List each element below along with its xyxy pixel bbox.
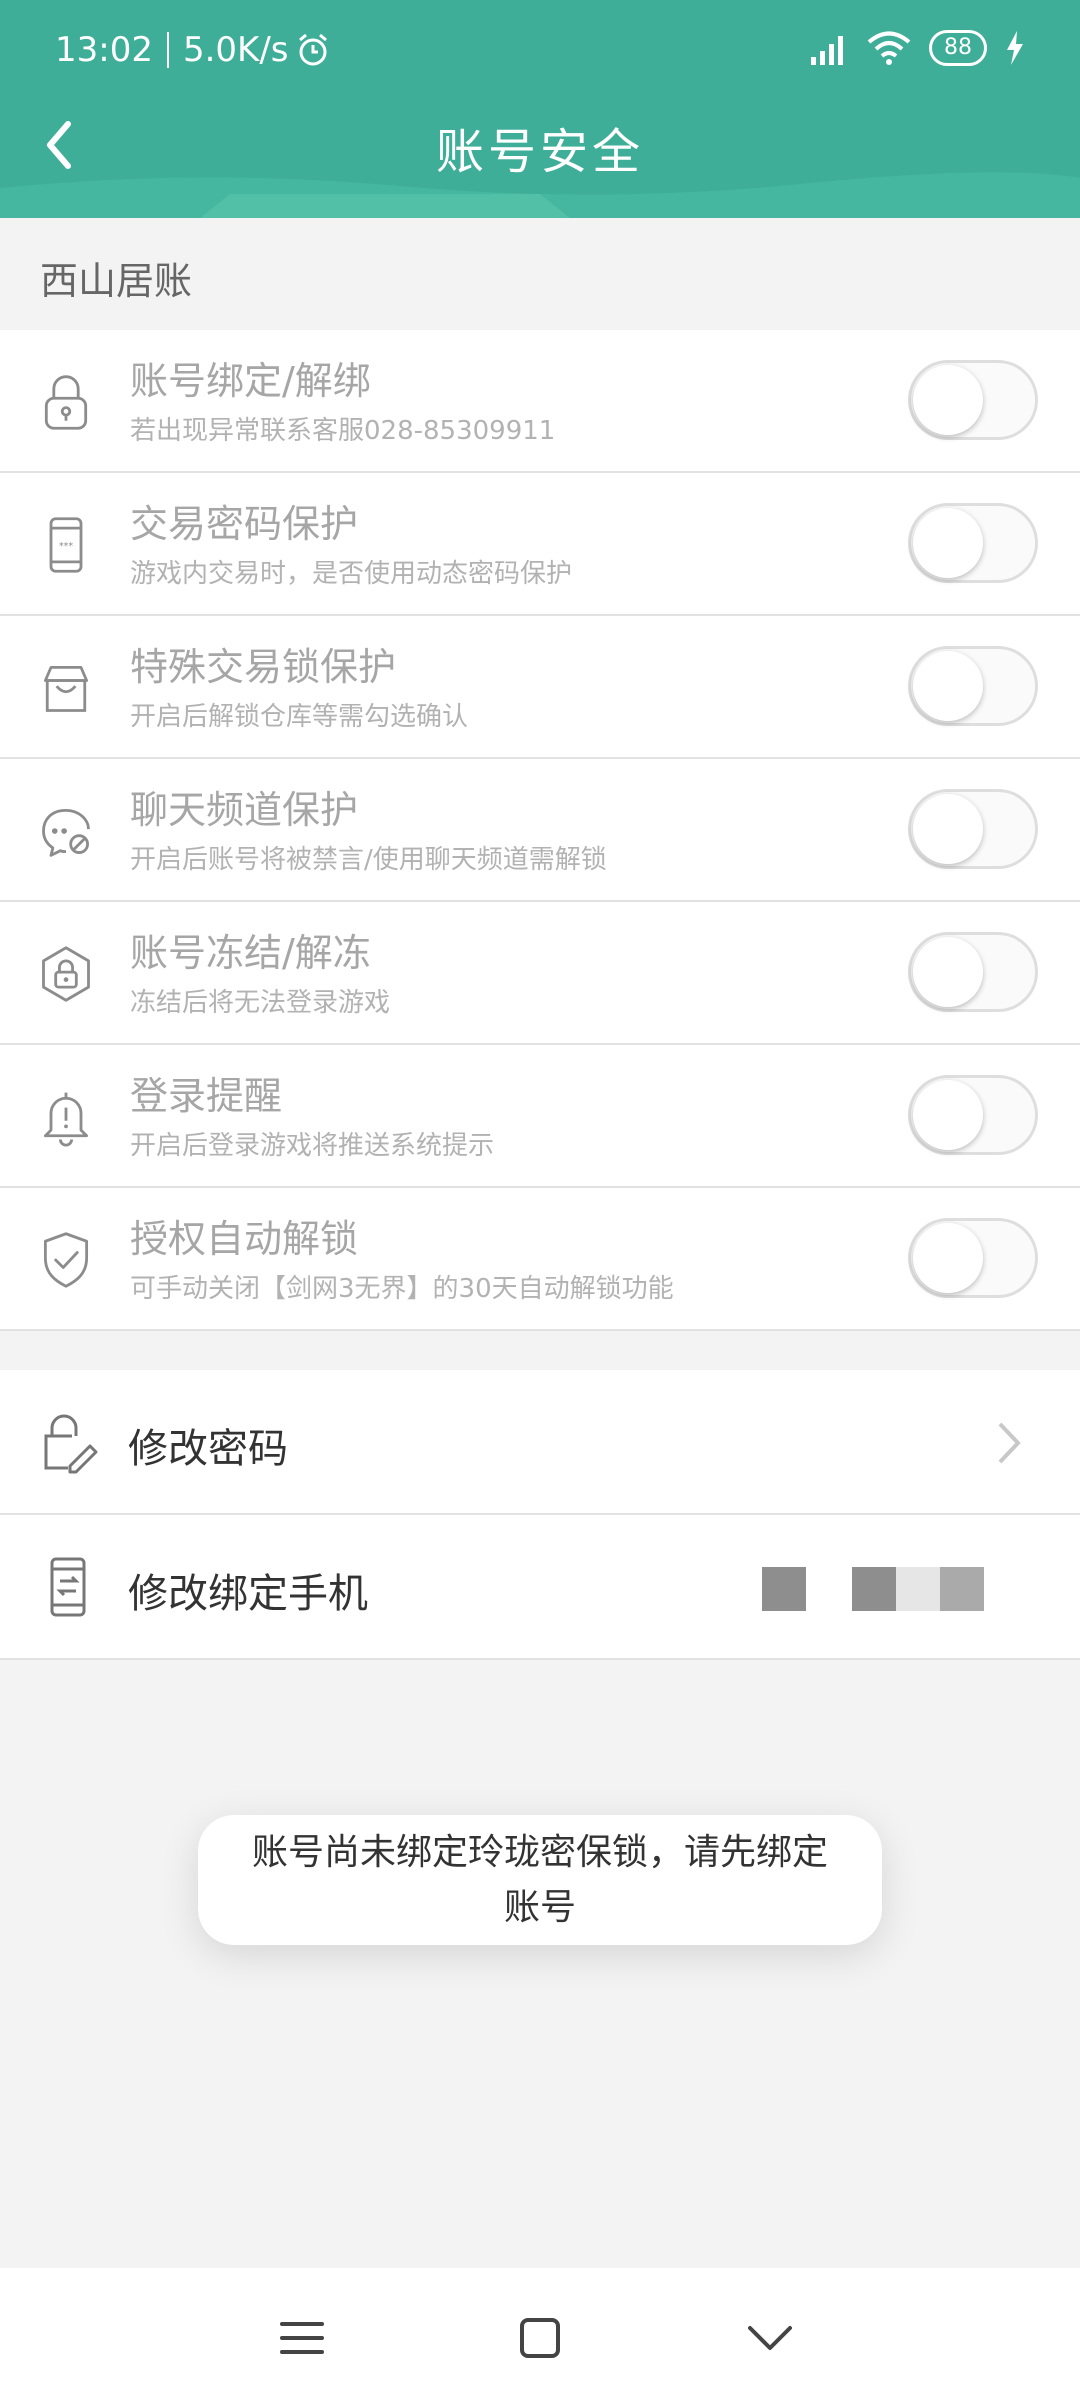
- auto-unlock-switch[interactable]: [908, 1218, 1038, 1298]
- lock-edit-icon: [44, 1414, 98, 1474]
- change-bound-phone-label: 修改绑定手机: [128, 1571, 368, 1617]
- status-time: 13:02: [55, 30, 153, 70]
- switch-knob: [913, 651, 983, 721]
- status-network-speed: 5.0K/s: [182, 30, 289, 70]
- login-alert-switch[interactable]: [908, 1075, 1038, 1155]
- toast-line-2: 账号: [503, 1887, 576, 1928]
- toggle-title: 聊天频道保护: [130, 788, 359, 832]
- toggle-title: 账号冻结/解冻: [130, 931, 371, 975]
- store-icon: [43, 665, 89, 712]
- switch-knob: [913, 1223, 983, 1293]
- switch-knob: [913, 508, 983, 578]
- toggle-subtitle: 开启后账号将被禁言/使用聊天频道需解锁: [130, 845, 607, 875]
- chat-protection-switch[interactable]: [908, 789, 1038, 869]
- system-navigation-bar: [0, 2268, 1080, 2400]
- status-separator: [166, 32, 169, 68]
- toggle-title: 特殊交易锁保护: [130, 645, 397, 689]
- trade-lock-switch[interactable]: [908, 646, 1038, 726]
- status-bar: 13:02 5.0K/s 88: [0, 0, 1080, 100]
- toast-message: 账号尚未绑定玲珑密保锁，请先绑定 账号: [198, 1815, 882, 1945]
- bell-alert-icon: [43, 1092, 89, 1147]
- account-binding-switch[interactable]: [908, 360, 1038, 440]
- trade-password-switch[interactable]: [908, 503, 1038, 583]
- change-password-item[interactable]: 修改密码: [0, 1370, 1080, 1515]
- toggle-row-chat-protection: 聊天频道保护 开启后账号将被禁言/使用聊天频道需解锁: [0, 759, 1080, 902]
- change-bound-phone-item[interactable]: 修改绑定手机: [0, 1515, 1080, 1660]
- toggle-row-account-freeze: 账号冻结/解冻 冻结后将无法登录游戏: [0, 902, 1080, 1045]
- toggle-title: 授权自动解锁: [130, 1217, 359, 1261]
- toggle-subtitle: 开启后登录游戏将推送系统提示: [130, 1131, 495, 1161]
- menu-icon[interactable]: [272, 2308, 332, 2368]
- masked-phone-number: [762, 1567, 984, 1611]
- alarm-icon: [298, 33, 327, 66]
- switch-knob: [913, 365, 983, 435]
- toggle-subtitle: 可手动关闭【剑网3无界】的30天自动解锁功能: [130, 1274, 674, 1304]
- change-password-label: 修改密码: [128, 1426, 288, 1472]
- toggle-row-auto-unlock: 授权自动解锁 可手动关闭【剑网3无界】的30天自动解锁功能: [0, 1188, 1080, 1331]
- toggle-row-account-binding: 账号绑定/解绑 若出现异常联系客服028-85309911: [0, 330, 1080, 473]
- charging-icon: [1007, 31, 1023, 65]
- wifi-icon: [867, 31, 911, 65]
- section-label: 西山居账: [40, 259, 193, 303]
- toggle-subtitle: 冻结后将无法登录游戏: [130, 988, 391, 1018]
- home-square-icon[interactable]: [510, 2308, 570, 2368]
- toggle-row-login-alert: 登录提醒 开启后登录游戏将推送系统提示: [0, 1045, 1080, 1188]
- page-title: 账号安全: [435, 124, 644, 180]
- toggle-title: 交易密码保护: [130, 502, 359, 546]
- toggle-subtitle: 开启后解锁仓库等需勾选确认: [130, 702, 469, 732]
- chevron-right-icon: [998, 1422, 1021, 1464]
- toggle-subtitle: 若出现异常联系客服028-85309911: [130, 416, 556, 446]
- chat-blocked-icon: [42, 808, 90, 857]
- toggle-title: 登录提醒: [130, 1074, 283, 1118]
- security-toggle-list: 账号绑定/解绑 若出现异常联系客服028-85309911 *** 交易密码保护…: [0, 330, 1080, 1331]
- phone-password-icon: ***: [49, 517, 83, 573]
- signal-icon: [811, 36, 843, 65]
- phone-swap-icon: [50, 1557, 86, 1617]
- app-header: 13:02 5.0K/s 88 账号安全: [0, 0, 1080, 218]
- switch-knob: [913, 937, 983, 1007]
- switch-knob: [913, 794, 983, 864]
- switch-knob: [913, 1080, 983, 1150]
- toast-line-1: 账号尚未绑定玲珑密保锁，请先绑定: [251, 1832, 828, 1873]
- lock-icon: [44, 375, 88, 430]
- toggle-row-trade-lock: 特殊交易锁保护 开启后解锁仓库等需勾选确认: [0, 616, 1080, 759]
- toggle-subtitle: 游戏内交易时，是否使用动态密码保护: [130, 559, 573, 589]
- battery-indicator: 88: [929, 30, 987, 66]
- back-chevron-icon[interactable]: [740, 2308, 800, 2368]
- freeze-lock-icon: [42, 946, 90, 1002]
- account-freeze-switch[interactable]: [908, 932, 1038, 1012]
- account-actions-list: 修改密码 修改绑定手机: [0, 1370, 1080, 1660]
- shield-check-icon: [43, 1232, 89, 1288]
- svg-text:***: ***: [59, 541, 73, 552]
- toggle-title: 账号绑定/解绑: [130, 359, 371, 403]
- toggle-row-trade-password: *** 交易密码保护 游戏内交易时，是否使用动态密码保护: [0, 473, 1080, 616]
